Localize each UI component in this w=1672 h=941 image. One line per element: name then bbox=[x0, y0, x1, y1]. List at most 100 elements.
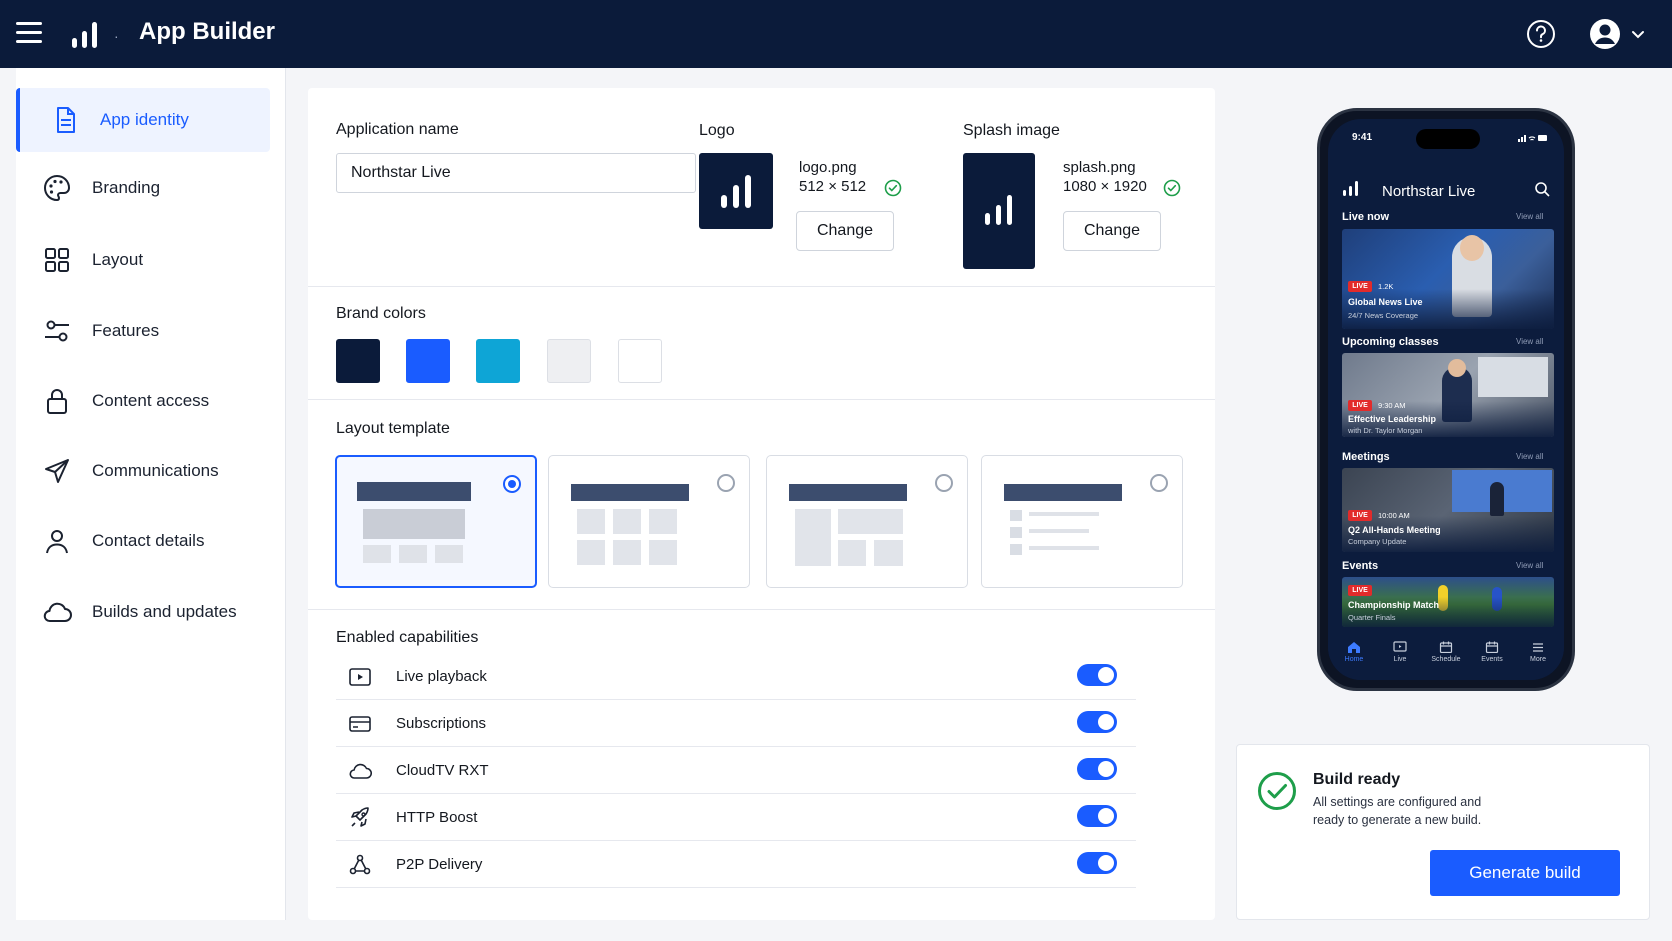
change-logo-button[interactable]: Change bbox=[796, 211, 894, 251]
lock-icon bbox=[47, 389, 67, 414]
sidebar-item-label: Content access bbox=[92, 391, 210, 410]
cloud-icon bbox=[43, 602, 72, 622]
logo-preview bbox=[699, 153, 773, 229]
nav-label: More bbox=[1530, 656, 1546, 663]
card-title: Global News Live bbox=[1348, 297, 1423, 307]
phone-nav-more[interactable]: More bbox=[1518, 641, 1558, 663]
sidebar-item-label: Branding bbox=[92, 178, 161, 197]
phone-time: 9:41 bbox=[1352, 132, 1373, 143]
card-subtitle: with Dr. Taylor Morgan bbox=[1348, 426, 1423, 435]
radio-unselected[interactable] bbox=[935, 474, 953, 492]
user-avatar-icon[interactable] bbox=[1589, 18, 1621, 50]
sidebar-item-label: Layout bbox=[92, 250, 144, 269]
splash-label: Splash image bbox=[963, 122, 1060, 139]
phone-nav-events[interactable]: Events bbox=[1472, 641, 1512, 663]
generate-build-button[interactable]: Generate build bbox=[1430, 850, 1620, 896]
template-option-featured[interactable] bbox=[335, 455, 537, 588]
view-all-link[interactable]: View all bbox=[1516, 561, 1543, 570]
view-all-link[interactable]: View all bbox=[1516, 337, 1543, 346]
color-swatch[interactable] bbox=[476, 339, 520, 383]
capability-row-http-boost: HTTP Boost bbox=[336, 794, 1136, 841]
capability-label: Live playback bbox=[396, 668, 487, 685]
sidebar-item-label: Builds and updates bbox=[92, 602, 237, 621]
section-divider bbox=[308, 609, 1215, 610]
hamburger-icon[interactable] bbox=[16, 22, 42, 44]
card-title: Championship Match bbox=[1348, 600, 1440, 610]
logo-filename: logo.png bbox=[799, 159, 857, 176]
nav-label: Live bbox=[1393, 656, 1407, 663]
capability-label: HTTP Boost bbox=[396, 809, 478, 826]
http-boost-toggle[interactable] bbox=[1077, 805, 1117, 827]
capability-label: Subscriptions bbox=[396, 715, 487, 732]
capability-label: CloudTV RXT bbox=[396, 762, 489, 779]
view-all-link[interactable]: View all bbox=[1516, 452, 1543, 461]
phone-card-upcoming-class[interactable]: LIVE 9:30 AM Effective Leadership with D… bbox=[1342, 353, 1554, 437]
app-name-input[interactable] bbox=[336, 153, 696, 193]
build-status-card: Build ready All settings are configured … bbox=[1236, 744, 1650, 920]
build-title: Build ready bbox=[1313, 771, 1401, 788]
build-description: All settings are configured and ready to… bbox=[1313, 795, 1482, 827]
phone-nav-home[interactable]: Home bbox=[1334, 641, 1374, 663]
phone-bottom-nav: Home Live Schedule Events More bbox=[1328, 637, 1564, 680]
status-icons bbox=[1518, 135, 1547, 142]
search-icon[interactable] bbox=[1534, 181, 1550, 197]
sidebar-item-app-identity[interactable]: App identity bbox=[16, 88, 270, 152]
capability-row-cloudtv-rxt: CloudTV RXT bbox=[336, 747, 1136, 794]
sidebar-item-layout[interactable]: Layout bbox=[16, 228, 270, 292]
p2p-delivery-toggle[interactable] bbox=[1077, 852, 1117, 874]
app-identity-panel: Application name Logo logo.png 512 × 512… bbox=[308, 88, 1215, 920]
template-option-grid[interactable] bbox=[548, 455, 750, 588]
phone-card-meeting[interactable]: LIVE 10:00 AM Q2 All-Hands Meeting Compa… bbox=[1342, 468, 1554, 552]
signal-bars-icon bbox=[721, 175, 751, 208]
live-badge: LIVE bbox=[1348, 510, 1372, 521]
help-circle-icon[interactable] bbox=[1526, 19, 1556, 49]
chevron-down-icon[interactable] bbox=[1630, 26, 1646, 42]
subscriptions-toggle[interactable] bbox=[1077, 711, 1117, 733]
sidebar-item-contact-details[interactable]: Contact details bbox=[16, 509, 270, 573]
sidebar-item-builds-and-updates[interactable]: Builds and updates bbox=[16, 580, 270, 644]
color-swatch[interactable] bbox=[336, 339, 380, 383]
document-icon bbox=[57, 107, 75, 133]
section-divider bbox=[308, 399, 1215, 400]
sidebar-item-label: App identity bbox=[100, 110, 189, 129]
capability-row-p2p-delivery: P2P Delivery bbox=[336, 841, 1136, 888]
sidebar-item-communications[interactable]: Communications bbox=[16, 439, 270, 503]
grid-icon bbox=[45, 248, 69, 272]
radio-unselected[interactable] bbox=[717, 474, 735, 492]
tv-icon bbox=[1393, 641, 1407, 652]
check-circle-icon bbox=[1258, 772, 1296, 810]
color-swatch[interactable] bbox=[547, 339, 591, 383]
radio-selected[interactable] bbox=[503, 475, 521, 493]
calendar-icon bbox=[1439, 641, 1453, 653]
brand-colors-label: Brand colors bbox=[336, 305, 426, 322]
template-option-hero-side[interactable] bbox=[766, 455, 968, 588]
live-playback-toggle[interactable] bbox=[1077, 664, 1117, 686]
sidebar-item-content-access[interactable]: Content access bbox=[16, 369, 270, 433]
phone-card-live-now[interactable]: LIVE 1.2K Global News Live 24/7 News Cov… bbox=[1342, 229, 1554, 329]
phone-nav-live[interactable]: Live bbox=[1380, 641, 1420, 663]
radio-unselected[interactable] bbox=[1150, 474, 1168, 492]
color-swatch[interactable] bbox=[406, 339, 450, 383]
color-swatch[interactable] bbox=[618, 339, 662, 383]
change-splash-button[interactable]: Change bbox=[1063, 211, 1161, 251]
phone-screen: 9:41 Northstar Live Live now View all LI… bbox=[1328, 119, 1564, 680]
section-divider bbox=[308, 286, 1215, 287]
template-option-list[interactable] bbox=[981, 455, 1183, 588]
card-icon bbox=[349, 716, 371, 732]
menu-icon bbox=[1533, 643, 1543, 652]
live-badge: LIVE bbox=[1348, 281, 1372, 292]
nav-label: Events bbox=[1481, 656, 1503, 663]
sidebar-item-features[interactable]: Features bbox=[16, 299, 270, 363]
phone-section-heading: Events bbox=[1342, 560, 1379, 572]
view-all-link[interactable]: View all bbox=[1516, 212, 1543, 221]
event-time: 10:00 AM bbox=[1378, 511, 1410, 520]
phone-card-event[interactable]: LIVE Championship Match Quarter Finals bbox=[1342, 577, 1554, 627]
phone-app-title: Northstar Live bbox=[1382, 183, 1476, 200]
phone-section-heading: Live now bbox=[1342, 211, 1390, 223]
cloudtv-rxt-toggle[interactable] bbox=[1077, 758, 1117, 780]
card-subtitle: Company Update bbox=[1348, 537, 1407, 546]
live-badge: LIVE bbox=[1348, 400, 1372, 411]
sidebar-item-branding[interactable]: Branding bbox=[16, 156, 270, 220]
capability-row-live-playback: Live playback bbox=[336, 653, 1136, 700]
phone-nav-schedule[interactable]: Schedule bbox=[1426, 641, 1466, 663]
